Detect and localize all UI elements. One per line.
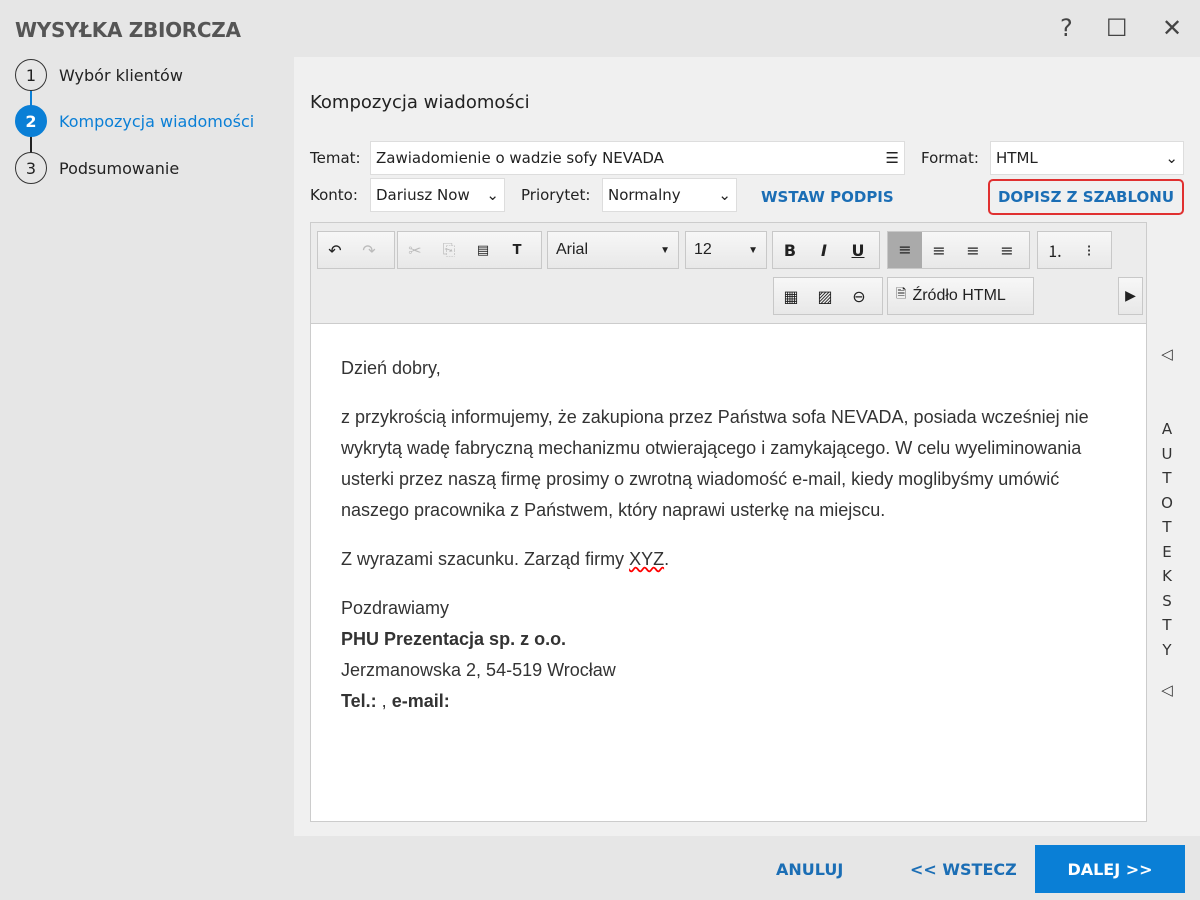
cancel-button[interactable]: ANULUJ — [776, 845, 843, 893]
help-icon[interactable]: ? — [1060, 14, 1073, 42]
temat-input[interactable]: Zawiadomienie o wadzie sofy NEVADA ☰ — [370, 141, 905, 175]
code-file-icon: 🗎 — [896, 286, 907, 301]
misspelled-word: XYZ — [629, 549, 665, 569]
justify-icon[interactable]: ≡ — [990, 241, 1024, 260]
align-left-icon[interactable]: ≡ — [888, 232, 922, 268]
bullet-list-icon[interactable]: ⁝ — [1072, 241, 1106, 260]
email-label: e-mail: — [391, 691, 450, 711]
regards-text: Z wyrazami szacunku. Zarząd firmy — [341, 549, 630, 569]
size-value: 12 — [694, 241, 712, 258]
priorytet-select[interactable]: Normalny ⌄ — [602, 178, 737, 212]
chevron-down-icon: ⌄ — [718, 186, 731, 204]
redo-icon[interactable]: ↷ — [352, 241, 386, 260]
chevron-down-icon: ⌄ — [1165, 149, 1178, 167]
step-label: Wybór klientów — [59, 65, 183, 85]
sig-company: PHU Prezentacja sp. z o.o. — [341, 629, 567, 649]
priorytet-label: Priorytet: — [521, 186, 591, 204]
priorytet-value: Normalny — [608, 186, 681, 204]
back-button[interactable]: << WSTECZ — [910, 845, 1017, 893]
konto-value: Dariusz Now — [376, 186, 470, 204]
more-tools-button[interactable]: ▶ — [1118, 277, 1143, 315]
dopisz-z-szablonu-button[interactable]: DOPISZ Z SZABLONU — [988, 179, 1184, 215]
editor-content[interactable]: Dzień dobry, z przykrością informujemy, … — [341, 353, 1121, 717]
konto-label: Konto: — [310, 186, 358, 204]
autotexts-tab[interactable]: AUTOTEKSTY — [1160, 417, 1174, 662]
dropdown-icon: ▼ — [748, 244, 758, 256]
bold-icon[interactable]: B — [773, 241, 807, 260]
table-icon[interactable]: ▦ — [774, 287, 808, 306]
maximize-icon[interactable]: ☐ — [1106, 14, 1128, 42]
copy-icon[interactable]: ⎘ — [432, 240, 466, 260]
format-label: Format: — [921, 149, 979, 167]
step-label: Podsumowanie — [59, 158, 180, 178]
greeting: Dzień dobry, — [341, 358, 441, 378]
format-select[interactable]: HTML ⌄ — [990, 141, 1184, 175]
step-number: 2 — [15, 105, 47, 137]
editor-toolbar: ↶ ↷ ✂ ⎘ ▤ T Arial ▼ 12 ▼ BIU ≡ ≡ ≡ ≡ ⒈ ⁝ ▦ ▨ ⊖ 🗎 Źród… — [311, 223, 1146, 324]
wstaw-podpis-button[interactable]: WSTAW PODPIS — [761, 188, 894, 206]
step-number: 1 — [15, 59, 47, 91]
regards-end: . — [664, 549, 670, 569]
menu-icon[interactable]: ☰ — [886, 149, 899, 167]
numbered-list-icon[interactable]: ⒈ — [1038, 238, 1072, 262]
sig-sep: , — [376, 691, 392, 711]
align-right-icon[interactable]: ≡ — [956, 241, 990, 260]
step-2[interactable]: 2 Kompozycja wiadomości — [15, 105, 254, 137]
image-icon[interactable]: ▨ — [808, 287, 842, 306]
autotexts-expand-icon[interactable]: ◁ — [1160, 345, 1174, 363]
regards: Z wyrazami szacunku. Zarząd firmy XYZ. — [341, 544, 1121, 575]
close-icon[interactable]: ✕ — [1162, 14, 1182, 42]
temat-label: Temat: — [310, 149, 361, 167]
rich-text-editor[interactable]: ↶ ↷ ✂ ⎘ ▤ T Arial ▼ 12 ▼ BIU ≡ ≡ ≡ ≡ ⒈ ⁝ ▦ ▨ ⊖ 🗎 Źród… — [310, 222, 1147, 822]
paste-icon[interactable]: ▤ — [466, 243, 500, 258]
dialog-title: WYSYŁKA ZBIORCZA — [15, 18, 241, 42]
sig-greeting: Pozdrawiamy — [341, 598, 450, 618]
next-button[interactable]: DALEJ >> — [1035, 845, 1185, 893]
source-html-button[interactable]: 🗎 Źródło HTML — [887, 277, 1034, 315]
step-3[interactable]: 3 Podsumowanie — [15, 152, 179, 184]
undo-icon[interactable]: ↶ — [318, 241, 352, 260]
body-paragraph: z przykrością informujemy, że zakupiona … — [341, 407, 1089, 520]
underline-icon[interactable]: U — [841, 241, 875, 260]
konto-select[interactable]: Dariusz Now ⌄ — [370, 178, 505, 212]
align-center-icon[interactable]: ≡ — [922, 241, 956, 260]
link-icon[interactable]: ⊖ — [842, 287, 876, 306]
step-1[interactable]: 1 Wybór klientów — [15, 59, 183, 91]
cut-icon[interactable]: ✂ — [398, 241, 432, 260]
paste-text-icon[interactable]: T — [500, 243, 534, 258]
font-size-select[interactable]: 12 ▼ — [685, 231, 767, 269]
sig-contact: Tel.: , e-mail: — [341, 686, 1121, 717]
format-value: HTML — [996, 149, 1038, 167]
font-value: Arial — [556, 241, 589, 258]
sig-address: Jerzmanowska 2, 54-519 Wrocław — [341, 660, 616, 680]
step-label: Kompozycja wiadomości — [59, 111, 255, 131]
temat-value: Zawiadomienie o wadzie sofy NEVADA — [376, 149, 664, 167]
autotexts-collapse-icon[interactable]: ◁ — [1160, 681, 1174, 699]
font-family-select[interactable]: Arial ▼ — [547, 231, 679, 269]
dropdown-icon: ▼ — [660, 244, 670, 256]
italic-icon[interactable]: I — [807, 241, 841, 260]
section-title: Kompozycja wiadomości — [310, 92, 530, 113]
chevron-down-icon: ⌄ — [486, 186, 499, 204]
tel-label: Tel.: — [341, 691, 377, 711]
source-html-label: Źródło HTML — [912, 287, 1006, 304]
step-number: 3 — [15, 152, 47, 184]
